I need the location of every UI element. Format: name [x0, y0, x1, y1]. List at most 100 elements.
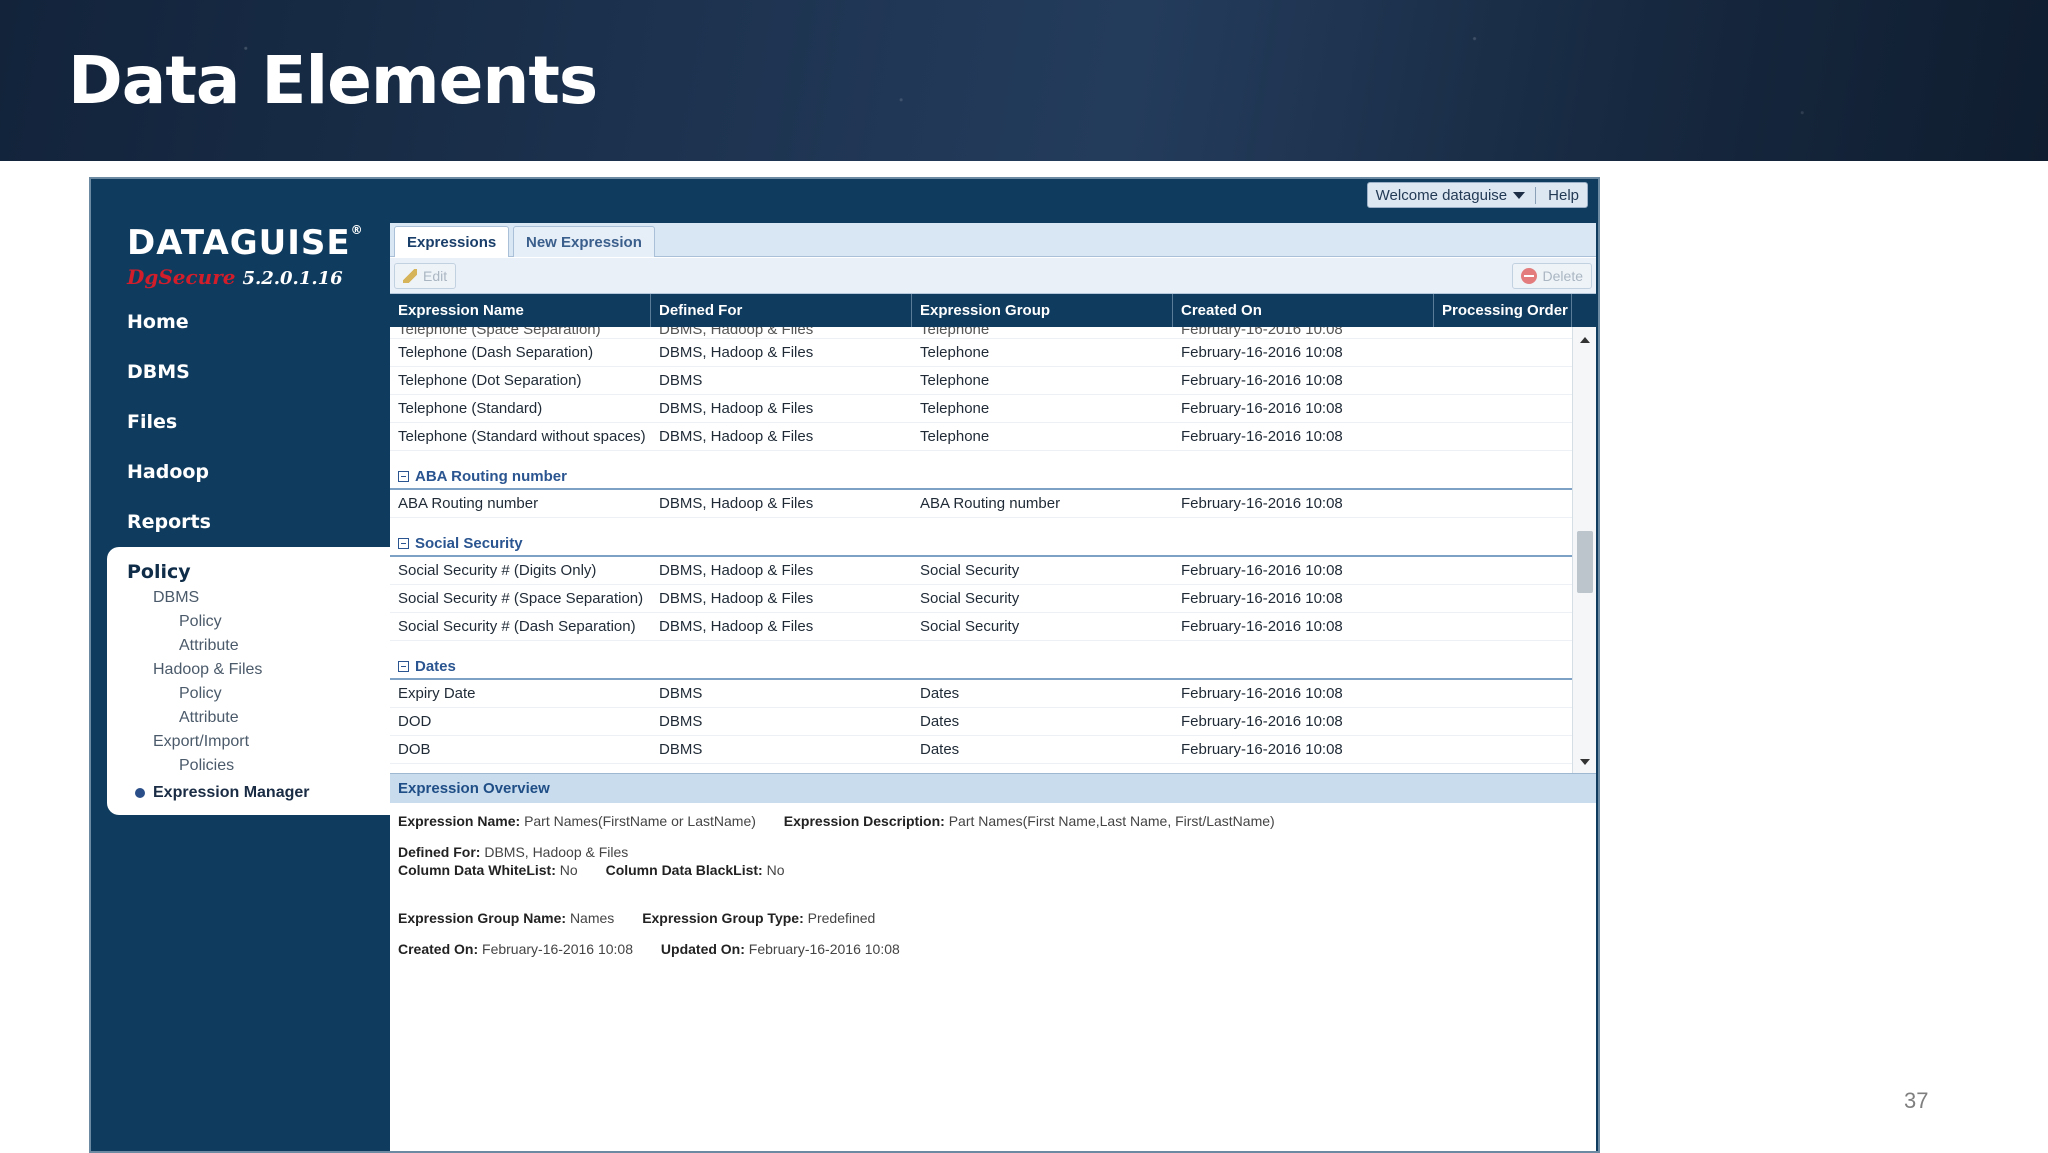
nav-hadoop[interactable]: Hadoop: [127, 461, 211, 511]
expression-manager-label: Expression Manager: [153, 784, 310, 801]
logo-name: DATAGUISE: [127, 223, 351, 263]
blacklist-value: No: [766, 862, 785, 878]
scroll-up-icon[interactable]: [1580, 337, 1590, 343]
nav-home[interactable]: Home: [127, 311, 211, 361]
tree-item-hadoop-policy[interactable]: Policy: [107, 685, 310, 709]
expression-description-value: Part Names(First Name,Last Name, First/L…: [948, 813, 1275, 829]
tree-item-expression-manager[interactable]: Expression Manager: [107, 781, 310, 805]
welcome-label: Welcome dataguise: [1375, 186, 1508, 204]
table-row[interactable]: Telephone (Dash Separation) DBMS, Hadoop …: [390, 339, 1572, 367]
table-cell: DBMS: [659, 685, 703, 702]
table-cell: Social Security # (Dash Separation): [398, 618, 636, 635]
group-header[interactable]: ABA Routing number: [390, 451, 1572, 490]
expressions-grid: Telephone (Space Separation) DBMS, Hadoop…: [390, 327, 1572, 773]
table-cell: DBMS, Hadoop & Files: [659, 327, 814, 338]
grid-scrollbar[interactable]: [1572, 327, 1596, 773]
nav-files[interactable]: Files: [127, 411, 211, 461]
table-cell: February-16-2016 10:08: [1181, 400, 1343, 417]
table-row[interactable]: Expiry Date DBMS Dates February-16-2016 10:…: [390, 680, 1572, 708]
table-cell: Dates: [920, 713, 960, 730]
scroll-down-icon[interactable]: [1580, 759, 1590, 765]
table-row[interactable]: DOD DBMS Dates February-16-2016 10:08: [390, 708, 1572, 736]
tab-expressions[interactable]: Expressions: [394, 226, 510, 257]
table-cell: DBMS, Hadoop & Files: [659, 618, 814, 635]
table-cell: Telephone (Space Separation): [398, 327, 601, 338]
scroll-thumb[interactable]: [1577, 531, 1593, 593]
table-cell: DBMS, Hadoop & Files: [659, 590, 814, 607]
blacklist-label: Column Data BlackList:: [605, 862, 763, 878]
table-row[interactable]: Social Security # (Dash Separation) DBMS,…: [390, 613, 1572, 641]
table-cell: February-16-2016 10:08: [1181, 713, 1343, 730]
tab-bar: Expressions New Expression: [390, 223, 1596, 257]
main-panel: Expressions New Expression Edit Delete E…: [390, 223, 1596, 1151]
delete-button[interactable]: Delete: [1511, 263, 1592, 289]
table-row[interactable]: ABA Routing number DBMS, Hadoop & Files AB…: [390, 490, 1572, 518]
policy-panel: Policy DBMS Policy Attribute Hadoop & Fi…: [107, 547, 390, 815]
column-created-on[interactable]: Created On: [1173, 294, 1434, 327]
table-row[interactable]: Telephone (Standard without spaces) DBMS,…: [390, 423, 1572, 451]
dataguise-logo: DATAGUISE® DgSecure 5.2.0.1.16: [127, 223, 364, 289]
table-cell: February-16-2016 10:08: [1181, 327, 1343, 338]
group-header[interactable]: Bank Account: [390, 764, 1572, 773]
column-expression-group[interactable]: Expression Group: [912, 294, 1173, 327]
caret-down-icon: [1513, 191, 1526, 199]
whitelist-label: Column Data WhiteList:: [398, 862, 556, 878]
sidebar-nav: Home DBMS Files Hadoop Reports: [127, 311, 211, 561]
tree-item-hadoop-attribute[interactable]: Attribute: [107, 709, 310, 733]
table-cell: ABA Routing number: [920, 495, 1061, 512]
nav-dbms[interactable]: DBMS: [127, 361, 211, 411]
collapse-icon[interactable]: [398, 661, 409, 672]
table-cell: Social Security # (Digits Only): [398, 562, 597, 579]
help-link[interactable]: Help: [1536, 187, 1579, 204]
table-row[interactable]: DOB DBMS Dates February-16-2016 10:08: [390, 736, 1572, 764]
collapse-icon[interactable]: [398, 538, 409, 549]
collapse-icon[interactable]: [398, 471, 409, 482]
table-cell: Telephone: [920, 372, 990, 389]
table-cell: Dates: [920, 741, 960, 758]
table-row[interactable]: Telephone (Space Separation) DBMS, Hadoop…: [390, 327, 1572, 339]
table-cell: DBMS, Hadoop & Files: [659, 400, 814, 417]
table-cell: Telephone (Dash Separation): [398, 344, 594, 361]
tree-item-policies[interactable]: Policies: [107, 757, 310, 781]
table-cell: Dates: [920, 685, 960, 702]
tab-new-expression[interactable]: New Expression: [513, 226, 655, 257]
expression-name-value: Part Names(FirstName or LastName): [524, 813, 756, 829]
group-header[interactable]: Social Security: [390, 518, 1572, 557]
nav-policy[interactable]: Policy: [127, 561, 191, 583]
table-cell: February-16-2016 10:08: [1181, 428, 1343, 445]
grid-header: Expression Name Defined For Expression G…: [390, 294, 1596, 327]
overview-line-dates: Created On: February-16-2016 10:08 Updat…: [398, 941, 900, 957]
table-cell: DBMS, Hadoop & Files: [659, 562, 814, 579]
group-name-value: Names: [569, 910, 615, 926]
table-cell: February-16-2016 10:08: [1181, 741, 1343, 758]
group-name: ABA Routing number: [415, 468, 567, 485]
edit-label: Edit: [423, 268, 448, 284]
policy-tree: DBMS Policy Attribute Hadoop & Files Pol…: [107, 589, 310, 805]
tree-item-dbms-policy[interactable]: Policy: [107, 613, 310, 637]
table-cell: DBMS, Hadoop & Files: [659, 344, 814, 361]
group-header[interactable]: Dates: [390, 641, 1572, 680]
table-cell: DBMS: [659, 713, 703, 730]
column-expression-name[interactable]: Expression Name: [390, 294, 651, 327]
tree-item-export-import[interactable]: Export/Import: [107, 733, 310, 757]
table-row[interactable]: Telephone (Standard) DBMS, Hadoop & Files…: [390, 395, 1572, 423]
tree-item-dbms[interactable]: DBMS: [107, 589, 310, 613]
column-defined-for[interactable]: Defined For: [651, 294, 912, 327]
table-row[interactable]: Social Security # (Space Separation) DBMS…: [390, 585, 1572, 613]
overview-line-name: Expression Name: Part Names(FirstName or…: [398, 813, 1275, 829]
table-cell: Telephone: [920, 327, 990, 338]
table-cell: ABA Routing number: [398, 495, 539, 512]
table-cell: DBMS, Hadoop & Files: [659, 495, 814, 512]
edit-button[interactable]: Edit: [394, 263, 457, 289]
table-row[interactable]: Social Security # (Digits Only) DBMS, Had…: [390, 557, 1572, 585]
table-cell: DBMS, Hadoop & Files: [659, 428, 814, 445]
table-row[interactable]: Telephone (Dot Separation) DBMS Telephone F…: [390, 367, 1572, 395]
table-cell: Telephone (Standard): [398, 400, 543, 417]
tree-item-dbms-attribute[interactable]: Attribute: [107, 637, 310, 661]
created-on-value: February-16-2016 10:08: [482, 941, 634, 957]
column-processing-order[interactable]: Processing Order: [1434, 294, 1572, 327]
tree-item-hadoop-files[interactable]: Hadoop & Files: [107, 661, 310, 685]
table-cell: Social Security: [920, 590, 1020, 607]
registered-icon: ®: [350, 223, 364, 237]
welcome-menu[interactable]: Welcome dataguise: [1375, 186, 1537, 204]
